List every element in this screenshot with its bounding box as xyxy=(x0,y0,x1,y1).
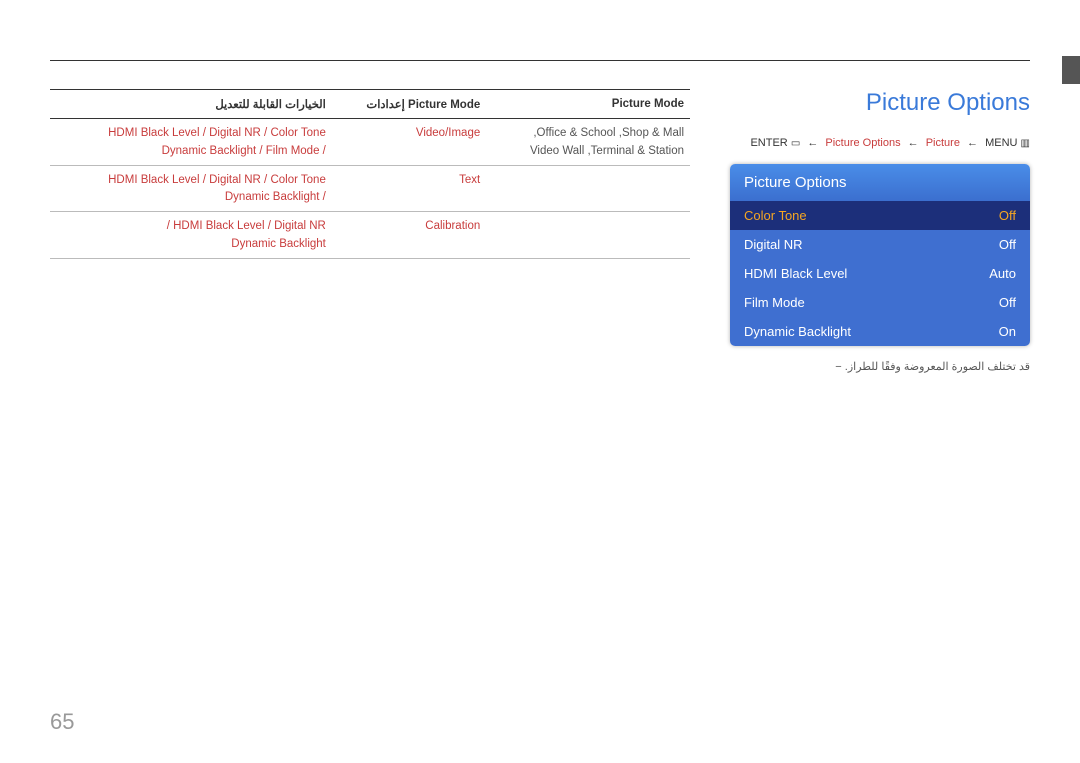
page-number: 65 xyxy=(50,709,74,735)
osd-value: On xyxy=(999,324,1016,339)
right-column: Picture Options ENTER ▭ ← Picture Option… xyxy=(730,89,1030,373)
cell-adjustable: HDMI Black Level / Digital NR / Color To… xyxy=(50,119,332,166)
osd-label: Dynamic Backlight xyxy=(744,324,851,339)
table-row: HDMI Black Level / Digital NR / Color To… xyxy=(50,119,690,166)
osd-item-color-tone[interactable]: Color Tone Off xyxy=(730,201,1030,230)
bc-menu: MENU xyxy=(985,137,1017,149)
cell-mode-settings: Video/Image xyxy=(332,119,486,166)
cell-adjustable: / HDMI Black Level / Digital NRDynamic B… xyxy=(50,212,332,259)
footnote: قد تختلف الصورة المعروضة وفقًا للطراز. − xyxy=(730,360,1030,373)
osd-item-hdmi-black-level[interactable]: HDMI Black Level Auto xyxy=(730,259,1030,288)
table-area: الخيارات القابلة للتعديل إعدادات Picture… xyxy=(50,89,690,373)
bc-picture: Picture xyxy=(926,137,960,149)
osd-value: Auto xyxy=(989,266,1016,281)
top-divider xyxy=(50,60,1030,61)
osd-value: Off xyxy=(999,208,1016,223)
osd-label: Digital NR xyxy=(744,237,803,252)
osd-label: Color Tone xyxy=(744,208,807,223)
table-row: HDMI Black Level / Digital NR / Color To… xyxy=(50,165,690,212)
osd-label: Film Mode xyxy=(744,295,805,310)
th-picture-mode: Picture Mode xyxy=(486,90,690,119)
osd-item-film-mode[interactable]: Film Mode Off xyxy=(730,288,1030,317)
table-header-row: الخيارات القابلة للتعديل إعدادات Picture… xyxy=(50,90,690,119)
options-table: الخيارات القابلة للتعديل إعدادات Picture… xyxy=(50,89,690,259)
cell-mode-settings: Text xyxy=(332,165,486,212)
bc-picture-options: Picture Options xyxy=(825,137,900,149)
bc-enter: ENTER xyxy=(750,137,787,149)
content-area: الخيارات القابلة للتعديل إعدادات Picture… xyxy=(50,89,1030,373)
breadcrumb: ENTER ▭ ← Picture Options ← Picture ← ME… xyxy=(730,137,1030,149)
section-title: Picture Options xyxy=(730,89,1030,117)
th-mode-settings: إعدادات Picture Mode xyxy=(332,90,486,119)
cell-picture-mode xyxy=(486,165,690,212)
th-adjustable: الخيارات القابلة للتعديل xyxy=(50,90,332,119)
osd-title: Picture Options xyxy=(730,164,1030,201)
cell-adjustable: HDMI Black Level / Digital NR / Color To… xyxy=(50,165,332,212)
osd-item-digital-nr[interactable]: Digital NR Off xyxy=(730,230,1030,259)
arrow-left-icon: ← xyxy=(807,137,818,149)
osd-value: Off xyxy=(999,295,1016,310)
cell-picture-mode xyxy=(486,212,690,259)
osd-value: Off xyxy=(999,237,1016,252)
menu-icon: ▥ xyxy=(1021,138,1030,149)
cell-picture-mode: ,Office & School ,Shop & MallVideo Wall … xyxy=(486,119,690,166)
arrow-left-icon: ← xyxy=(967,137,978,149)
osd-item-dynamic-backlight[interactable]: Dynamic Backlight On xyxy=(730,317,1030,346)
cell-mode-settings: Calibration xyxy=(332,212,486,259)
osd-label: HDMI Black Level xyxy=(744,266,847,281)
osd-panel: Picture Options Color Tone Off Digital N… xyxy=(730,164,1030,346)
enter-icon: ▭ xyxy=(791,138,800,149)
table-row: / HDMI Black Level / Digital NRDynamic B… xyxy=(50,212,690,259)
arrow-left-icon: ← xyxy=(908,137,919,149)
page-edge-marker xyxy=(1062,56,1080,84)
